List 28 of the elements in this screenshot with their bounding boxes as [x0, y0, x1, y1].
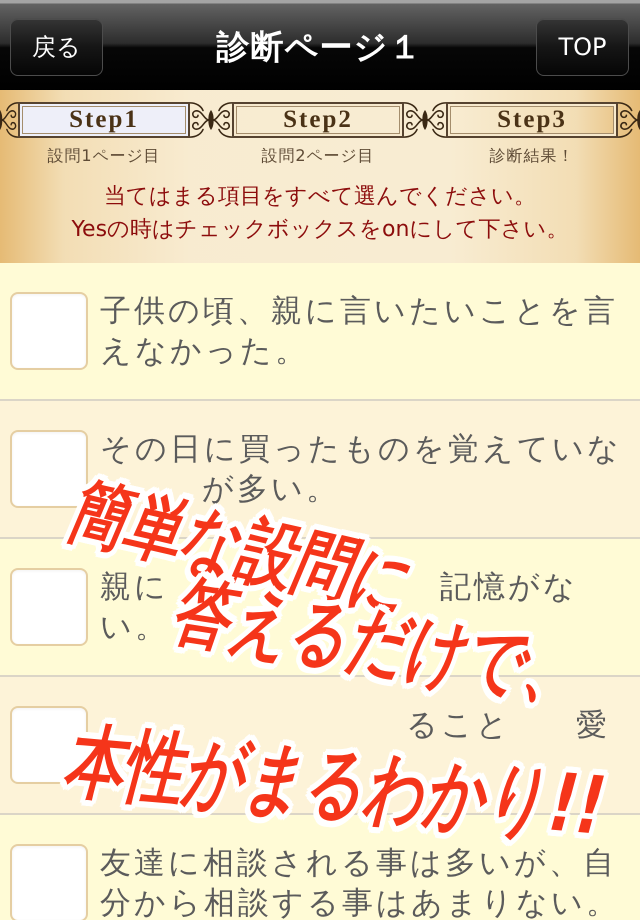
- ornament-icon: [618, 101, 640, 139]
- step-caption: 設問2ページ目: [261, 147, 375, 165]
- top-button[interactable]: TOP: [536, 18, 629, 76]
- checkbox[interactable]: [10, 292, 88, 370]
- step-caption: 設問1ページ目: [47, 147, 161, 165]
- question-text: 子供の頃、親に言いたいことを言: [100, 296, 618, 326]
- ornament-icon: [190, 101, 232, 139]
- step-caption: 診断結果！: [490, 147, 574, 165]
- ornament-icon: [404, 101, 446, 139]
- question-text: えなかった。: [100, 336, 309, 366]
- step-indicator: Step2: [232, 102, 404, 138]
- back-button[interactable]: 戻る: [10, 18, 103, 76]
- instruction-text: 当てはまる項目をすべて選んでください。: [104, 183, 536, 211]
- instruction-text: Yesの時はチェックボックスをonにして下さい。: [72, 216, 568, 244]
- question-text: 親に: [100, 572, 169, 602]
- question-text: 記憶がな: [440, 572, 578, 602]
- step-indicator: Step1: [18, 102, 190, 138]
- question-text: ること: [406, 710, 511, 740]
- question-text: 分から相談する事はあまりない。: [100, 888, 620, 918]
- question-text: 友達に相談される事は多いが、自: [100, 848, 617, 878]
- page-title: 診断ページ１: [216, 26, 422, 68]
- question-text: その日に買ったものを覚えていな: [100, 434, 622, 464]
- checkbox[interactable]: [10, 568, 88, 646]
- checkbox[interactable]: [10, 844, 88, 920]
- question-text: い。: [100, 612, 169, 642]
- step-indicator: Step3: [446, 102, 618, 138]
- ornament-icon: [0, 101, 18, 139]
- question-text: 愛: [576, 710, 610, 740]
